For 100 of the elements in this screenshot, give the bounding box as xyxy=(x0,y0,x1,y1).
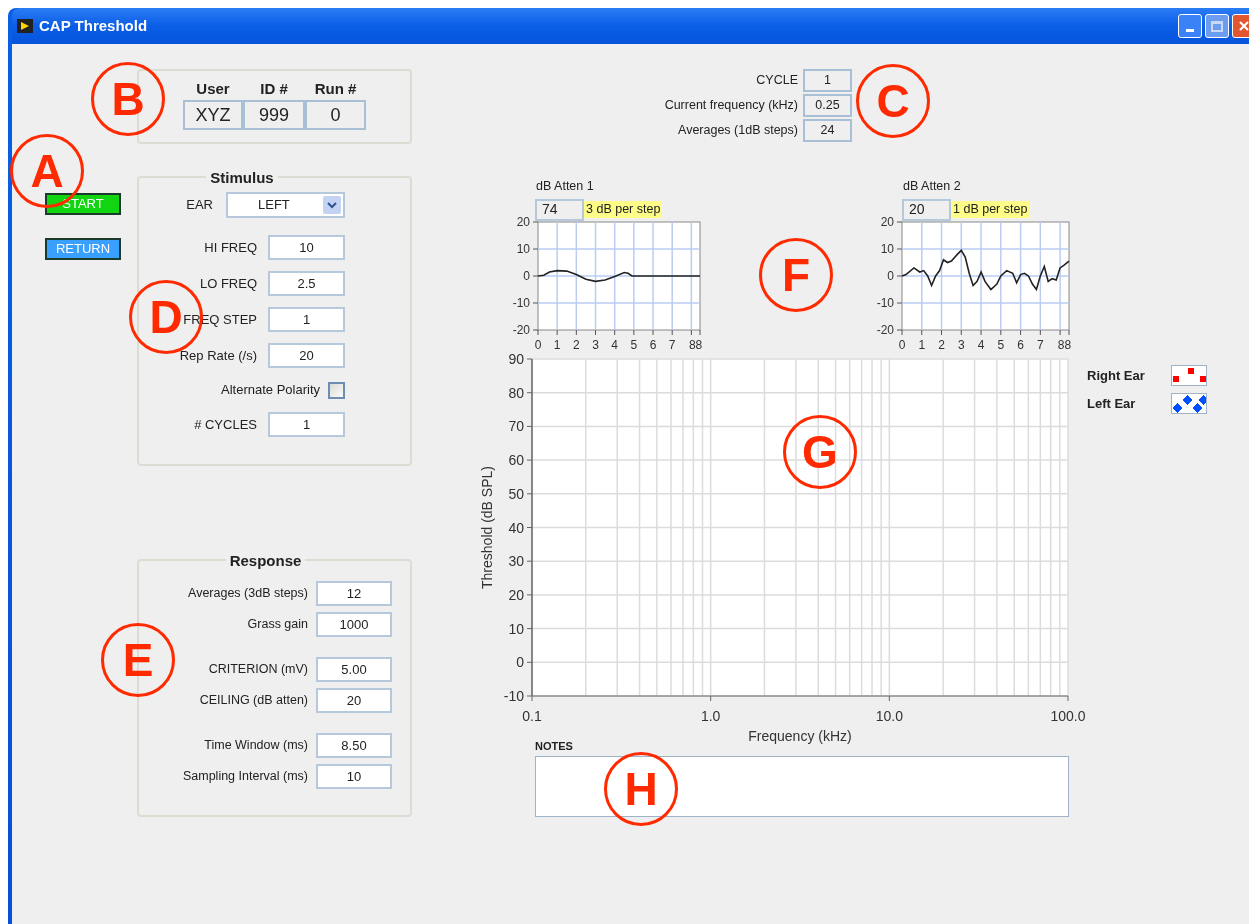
tick-label: 88 xyxy=(688,338,703,352)
app-icon xyxy=(17,19,33,33)
field-label: LO FREQ xyxy=(199,274,257,293)
column-header: Run # xyxy=(313,79,358,99)
legend-label: Right Ear xyxy=(1087,366,1146,385)
field-label: CYCLE xyxy=(756,72,798,90)
field-label: EAR xyxy=(186,196,213,215)
annotation-marker: E xyxy=(101,623,175,697)
annotation-marker: F xyxy=(759,238,833,312)
step-note: 3 dB per step xyxy=(584,201,663,219)
field-label: Current frequency (kHz) xyxy=(664,97,798,115)
tick-label: 4 xyxy=(611,338,619,352)
tick-label: 2 xyxy=(938,338,945,352)
field-label: Grass gain xyxy=(247,616,308,634)
tick-label: 100.0 xyxy=(1050,708,1086,724)
tick-label: 88 xyxy=(1057,338,1072,352)
tick-label: 1 xyxy=(553,338,561,352)
tick-label: 0 xyxy=(898,338,906,352)
tick-label: 80 xyxy=(508,384,524,401)
tick-label: 5 xyxy=(997,338,1005,352)
annotation-marker: H xyxy=(604,752,678,826)
minimize-icon xyxy=(1186,29,1194,32)
chart-title: dB Atten 1 xyxy=(535,178,595,195)
annotation-marker: B xyxy=(91,62,165,136)
input-field[interactable]: 20 xyxy=(316,688,392,713)
tick-label: 3 xyxy=(957,338,965,352)
tick-label: 10 xyxy=(880,242,894,256)
field-label: HI FREQ xyxy=(204,238,257,257)
value-display: 0 xyxy=(305,100,366,130)
value-display: XYZ xyxy=(183,100,243,130)
tick-label: 5 xyxy=(630,338,638,352)
tick-label: 1 xyxy=(918,338,926,352)
field-label: Time Window (ms) xyxy=(204,737,308,755)
legend-label: Left Ear xyxy=(1087,394,1137,413)
annotation-marker: G xyxy=(783,415,857,489)
axis-title: Frequency (kHz) xyxy=(748,728,852,744)
tick-label: 0 xyxy=(887,269,894,283)
tick-label: 7 xyxy=(1037,338,1044,352)
input-field[interactable]: 20 xyxy=(268,343,345,368)
field-label: CEILING (dB atten) xyxy=(199,692,308,710)
input-field[interactable]: 5.00 xyxy=(316,657,392,682)
tick-label: 0 xyxy=(516,654,524,671)
chart-title: dB Atten 2 xyxy=(902,178,962,195)
tick-label: 10 xyxy=(516,242,530,256)
tick-label: 50 xyxy=(508,485,524,502)
tick-label: -10 xyxy=(512,296,530,310)
tick-label: 0 xyxy=(523,269,530,283)
tick-label: -20 xyxy=(512,323,530,337)
input-field[interactable]: 1000 xyxy=(316,612,392,637)
tick-label: -10 xyxy=(876,296,894,310)
field-label: Rep Rate (/s) xyxy=(179,346,257,365)
tick-label: 30 xyxy=(508,553,524,570)
tick-label: 20 xyxy=(880,215,894,229)
tick-label: 3 xyxy=(592,338,599,352)
input-field[interactable]: 12 xyxy=(316,581,392,606)
tick-label: 10.0 xyxy=(875,708,903,724)
maximize-icon xyxy=(1211,20,1223,32)
tick-label: 6 xyxy=(1017,338,1024,352)
tick-label: -10 xyxy=(503,688,524,704)
checkbox[interactable] xyxy=(328,381,345,399)
input-field[interactable]: 8.50 xyxy=(316,733,392,758)
value-display: 74 xyxy=(535,198,584,221)
input-field[interactable]: 1 xyxy=(268,307,345,332)
tick-label: -20 xyxy=(876,323,894,337)
maximize-button[interactable] xyxy=(1205,14,1229,38)
step-note: 1 dB per step xyxy=(951,201,1030,219)
field-label: # CYCLES xyxy=(194,415,257,434)
column-header: ID # xyxy=(259,79,289,99)
dropdown[interactable]: LEFT xyxy=(226,192,345,218)
value-display: 20 xyxy=(902,198,951,221)
field-label: Averages (1dB steps) xyxy=(678,122,798,140)
minimize-button[interactable] xyxy=(1178,14,1202,38)
input-field[interactable]: 2.5 xyxy=(268,271,345,296)
value-display: 1 xyxy=(803,69,852,92)
tick-label: 40 xyxy=(508,519,524,536)
close-icon xyxy=(1238,20,1249,32)
tick-label: 60 xyxy=(508,452,524,469)
field-label: NOTES xyxy=(535,739,573,754)
axis-title: Threshold (dB SPL) xyxy=(479,466,495,589)
tick-label: 20 xyxy=(508,586,524,603)
close-button[interactable] xyxy=(1232,14,1249,38)
field-label: Alternate Polarity xyxy=(221,381,320,400)
tick-label: 10 xyxy=(508,620,524,637)
value-display: 0.25 xyxy=(803,94,852,117)
field-label: Sampling Interval (ms) xyxy=(182,768,308,786)
input-field[interactable]: 1 xyxy=(268,412,345,437)
window-title: CAP Threshold xyxy=(39,15,148,36)
tick-label: 70 xyxy=(508,418,524,435)
tick-label: 0 xyxy=(534,338,542,352)
field-label: Averages (3dB steps) xyxy=(188,585,308,603)
notes-field[interactable] xyxy=(535,756,1069,817)
tick-label: 6 xyxy=(649,338,657,352)
tick-label: 7 xyxy=(668,338,676,352)
value-display: 24 xyxy=(803,119,852,142)
tick-label: 2 xyxy=(573,338,580,352)
input-field[interactable]: 10 xyxy=(268,235,345,260)
input-field[interactable]: 10 xyxy=(316,764,392,789)
tick-label: 90 xyxy=(508,351,524,367)
value-display: 999 xyxy=(243,100,305,130)
field-label: CRITERION (mV) xyxy=(208,661,308,679)
